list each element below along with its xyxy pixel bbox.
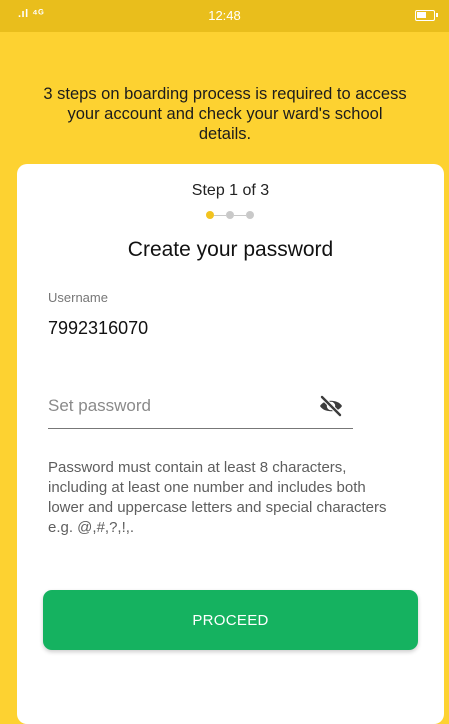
intro-text: 3 steps on boarding process is required … xyxy=(43,85,407,143)
step-dot xyxy=(246,211,254,219)
onboarding-card: Step 1 of 3 Create your password Usernam… xyxy=(17,164,444,724)
step-indicator: Step 1 of 3 xyxy=(191,182,270,199)
step-dot-active xyxy=(206,211,214,219)
step-dot xyxy=(226,211,234,219)
username-label: Username xyxy=(48,290,108,305)
password-hint: Password must contain at least 8 charact… xyxy=(48,459,387,536)
username-value: 7992316070 xyxy=(48,318,149,338)
password-field xyxy=(48,388,353,429)
step-connector xyxy=(234,214,246,216)
step-connector xyxy=(214,214,226,216)
status-bar: .ıl ⁴ᴳ 12:48 xyxy=(0,0,449,32)
battery-icon xyxy=(415,10,438,21)
proceed-button[interactable]: PROCEED xyxy=(43,590,418,650)
status-time: 12:48 xyxy=(208,8,241,23)
password-input[interactable] xyxy=(48,392,298,420)
page-title: Create your password xyxy=(127,238,334,261)
step-progress-dots xyxy=(206,211,256,219)
eye-off-icon[interactable] xyxy=(317,394,345,418)
